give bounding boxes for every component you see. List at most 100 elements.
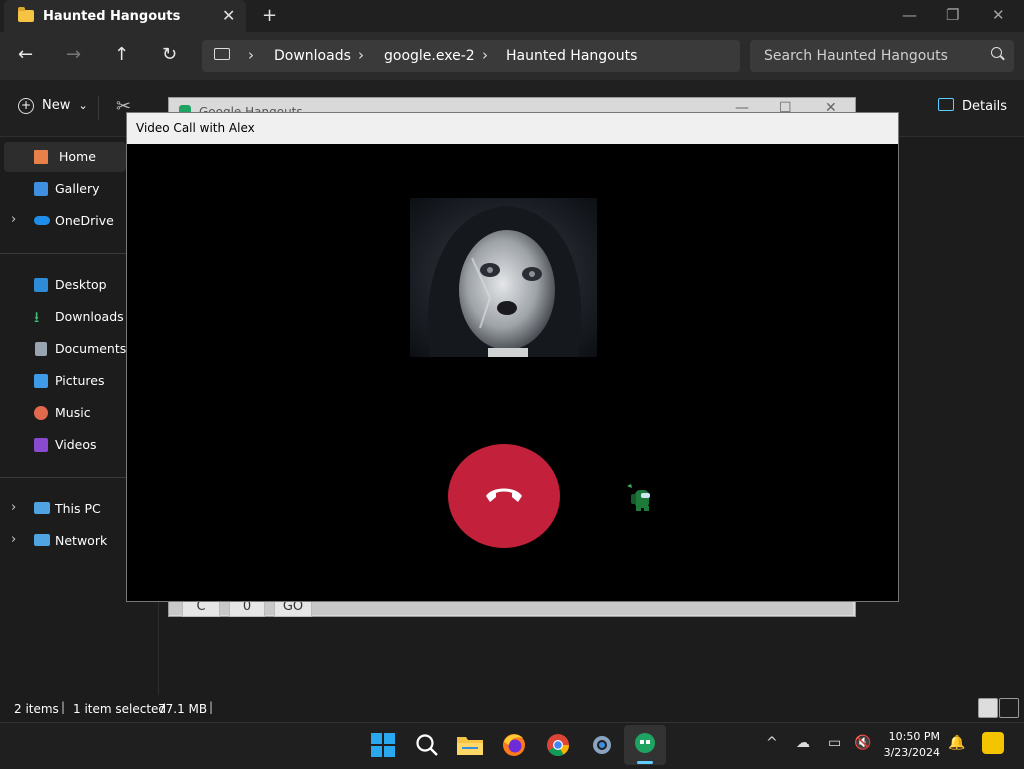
expand-chevron-icon[interactable]: › (11, 532, 16, 547)
display-network-icon[interactable]: ▭ (828, 735, 841, 751)
sidebar-item-label: Pictures (55, 373, 105, 388)
details-button[interactable]: Details (938, 98, 1007, 114)
taskbar-search-button[interactable] (412, 730, 442, 760)
bell-icon[interactable]: 🔔 (948, 735, 965, 751)
document-icon (35, 342, 47, 356)
chevron-right-icon: › (358, 46, 364, 64)
home-icon (34, 150, 48, 164)
search-icon (416, 734, 438, 756)
expand-chevron-icon[interactable]: › (11, 500, 16, 515)
breadcrumb-haunted-hangouts[interactable]: Haunted Hangouts (506, 48, 637, 64)
sidebar-item-label: Videos (55, 437, 97, 452)
sidebar-item-network[interactable]: › Network (0, 526, 126, 556)
forward-button[interactable]: → (66, 44, 81, 65)
pictures-icon (34, 374, 48, 388)
close-button[interactable]: ✕ (992, 6, 1005, 24)
selection-size: 77.1 MB (158, 702, 208, 716)
tab-close-icon[interactable]: ✕ (222, 6, 235, 25)
sidebar-item-documents[interactable]: Documents (0, 334, 126, 364)
tab-label: Haunted Hangouts (43, 9, 181, 24)
videos-icon (34, 438, 48, 452)
sidebar-divider (0, 253, 126, 254)
sidebar-item-downloads[interactable]: ⭳ Downloads (0, 302, 126, 332)
caller-video-image (410, 198, 597, 357)
breadcrumb-downloads[interactable]: Downloads (274, 48, 351, 64)
network-icon (34, 534, 50, 546)
sidebar-item-label: Desktop (55, 277, 107, 292)
sidebar-item-label: Music (55, 405, 91, 420)
chrome-taskbar-button[interactable] (543, 730, 573, 760)
active-indicator (637, 761, 653, 764)
gallery-icon (34, 182, 48, 196)
clock-time: 10:50 PM (888, 730, 940, 743)
computer-icon (214, 48, 230, 60)
search-input[interactable]: Search Haunted Hangouts (764, 48, 948, 64)
sidebar-item-label: Gallery (55, 181, 100, 196)
phone-hangup-icon (486, 488, 522, 502)
new-button[interactable]: + New ⌄ (18, 98, 88, 114)
maximize-button[interactable]: ❐ (946, 6, 959, 24)
cloud-offline-icon[interactable]: ☁ (796, 735, 810, 751)
status-separator: | (61, 700, 66, 714)
sidebar-item-videos[interactable]: Videos (0, 430, 126, 460)
end-call-button[interactable] (448, 444, 560, 548)
minimize-button[interactable]: — (902, 6, 917, 24)
status-bar: 2 items | 1 item selected 77.1 MB | (0, 696, 1024, 722)
computer-icon (34, 502, 50, 514)
sidebar-item-this-pc[interactable]: › This PC (0, 494, 126, 524)
window-title: Video Call with Alex (136, 121, 255, 135)
sidebar-item-onedrive[interactable]: › OneDrive (0, 206, 126, 236)
status-separator: | (209, 700, 214, 714)
doll-face-image (410, 198, 597, 357)
sidebar-item-label: Home (59, 149, 96, 164)
sidebar-item-gallery[interactable]: Gallery (0, 174, 126, 204)
new-label: New (42, 98, 71, 113)
sidebar-item-home[interactable]: Home (4, 142, 126, 172)
toolbar-divider (98, 96, 99, 120)
gear-icon (593, 736, 611, 754)
cloud-icon (34, 216, 50, 225)
sidebar-item-label: Network (55, 533, 108, 548)
sidebar-item-pictures[interactable]: Pictures (0, 366, 126, 396)
folder-icon (457, 737, 483, 755)
chevron-down-icon: ⌄ (78, 99, 88, 112)
crewmate-sprite-icon (625, 482, 657, 518)
item-count: 2 items (14, 702, 59, 716)
video-call-title-bar[interactable]: Video Call with Alex (127, 113, 898, 144)
tab-haunted-hangouts[interactable]: Haunted Hangouts ✕ (4, 0, 246, 32)
details-label: Details (962, 99, 1008, 114)
settings-taskbar-button[interactable] (587, 730, 617, 760)
firefox-taskbar-button[interactable] (499, 730, 529, 760)
up-button[interactable]: ↑ (114, 44, 129, 65)
firefox-icon (503, 734, 525, 756)
search-icon (991, 47, 1002, 58)
details-view-icon[interactable] (978, 698, 998, 718)
chevron-right-icon: › (248, 46, 254, 64)
sidebar-item-desktop[interactable]: Desktop (0, 270, 126, 300)
new-tab-button[interactable]: + (262, 5, 277, 26)
search-box[interactable]: Search Haunted Hangouts (750, 40, 1014, 72)
copilot-pre-icon[interactable] (982, 732, 1004, 754)
file-explorer-taskbar-button[interactable] (455, 730, 485, 760)
breadcrumb-google-exe[interactable]: google.exe-2 (384, 48, 475, 64)
hangouts-taskbar-button[interactable] (624, 725, 666, 765)
sidebar-item-label: Documents (55, 341, 127, 356)
chevron-right-icon: › (482, 46, 488, 64)
clock[interactable]: 10:50 PM 3/23/2024 (880, 729, 940, 761)
start-button[interactable] (368, 730, 398, 760)
plus-icon: + (18, 98, 34, 114)
expand-chevron-icon[interactable]: › (11, 212, 16, 227)
music-icon (34, 406, 48, 420)
address-bar[interactable]: › Downloads › google.exe-2 › Haunted Han… (202, 40, 740, 72)
refresh-button[interactable]: ↻ (162, 44, 177, 65)
sidebar-item-music[interactable]: Music (0, 398, 126, 428)
sidebar-item-label: OneDrive (55, 213, 114, 228)
volume-muted-icon[interactable]: 🔇 (854, 735, 871, 751)
back-button[interactable]: ← (18, 44, 33, 65)
download-icon: ⭳ (34, 308, 40, 326)
sidebar-item-label: Downloads (55, 309, 124, 324)
tiles-view-icon[interactable] (999, 698, 1019, 718)
tray-overflow-chevron-icon[interactable]: ^ (766, 735, 778, 751)
hangouts-icon (635, 733, 655, 753)
desktop-icon (34, 278, 48, 292)
